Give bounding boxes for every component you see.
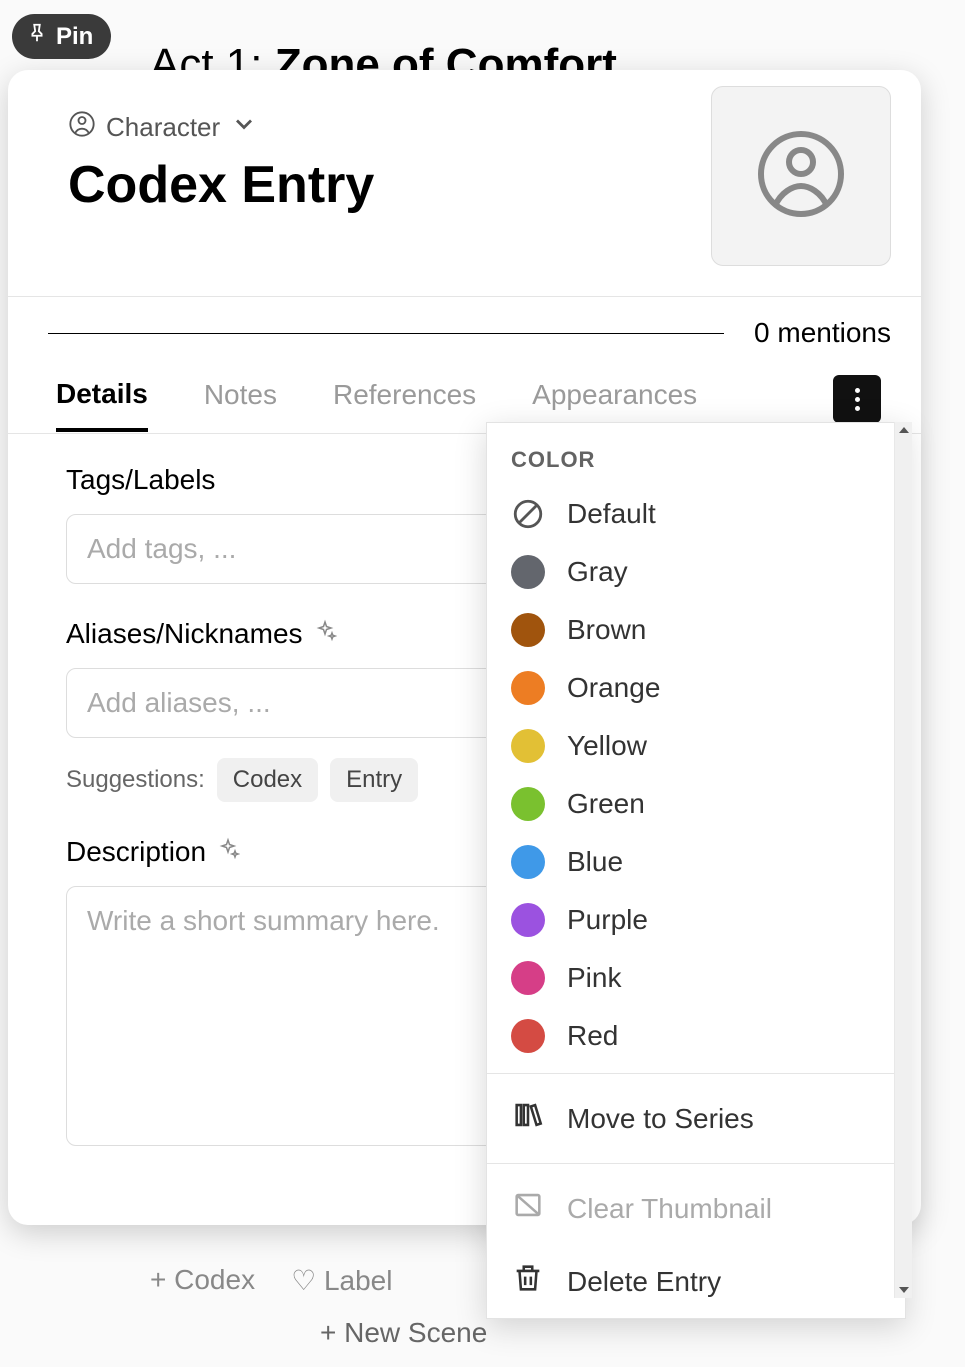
entry-type-label: Character	[106, 112, 220, 143]
color-swatch	[511, 729, 545, 763]
pin-icon	[26, 22, 48, 51]
color-option-default[interactable]: Default	[487, 485, 905, 543]
clear-thumbnail-action[interactable]: Clear Thumbnail	[487, 1172, 905, 1245]
entry-type-selector[interactable]: Character	[68, 110, 374, 145]
menu-divider	[487, 1073, 905, 1074]
trash-icon	[511, 1261, 545, 1302]
sparkle-icon	[216, 836, 240, 868]
color-option-blue[interactable]: Blue	[487, 833, 905, 891]
person-icon	[68, 110, 96, 145]
delete-entry-action[interactable]: Delete Entry	[487, 1245, 905, 1318]
color-option-brown[interactable]: Brown	[487, 601, 905, 659]
sparkle-icon	[313, 618, 337, 650]
menu-divider	[487, 1163, 905, 1164]
color-option-pink[interactable]: Pink	[487, 949, 905, 1007]
color-swatch	[511, 555, 545, 589]
tab-details[interactable]: Details	[56, 378, 148, 432]
entry-title[interactable]: Codex Entry	[68, 155, 374, 215]
none-icon	[511, 497, 545, 531]
dropdown-scrollbar[interactable]	[894, 422, 912, 1298]
suggestions-label: Suggestions:	[66, 766, 205, 794]
tab-references[interactable]: References	[333, 379, 476, 429]
color-option-orange[interactable]: Orange	[487, 659, 905, 717]
color-option-yellow[interactable]: Yellow	[487, 717, 905, 775]
mentions-count: 0 mentions	[754, 317, 891, 349]
color-swatch	[511, 787, 545, 821]
tab-notes[interactable]: Notes	[204, 379, 277, 429]
chevron-down-icon	[230, 110, 258, 145]
color-swatch	[511, 613, 545, 647]
color-swatch	[511, 671, 545, 705]
color-option-red[interactable]: Red	[487, 1007, 905, 1065]
color-option-green[interactable]: Green	[487, 775, 905, 833]
kebab-icon	[853, 386, 862, 413]
background-newscene[interactable]: + New Scene	[320, 1317, 487, 1349]
color-swatch	[511, 903, 545, 937]
move-to-series-action[interactable]: Move to Series	[487, 1082, 905, 1155]
suggestion-chip-codex[interactable]: Codex	[217, 758, 318, 802]
image-off-icon	[511, 1188, 545, 1229]
divider-line	[48, 333, 724, 334]
bg-label-chip[interactable]: ♡ Label	[291, 1264, 392, 1297]
bg-codex-chip[interactable]: + Codex	[150, 1264, 255, 1297]
avatar-icon	[753, 126, 849, 227]
color-swatch	[511, 1019, 545, 1053]
color-swatch	[511, 845, 545, 879]
suggestion-chip-entry[interactable]: Entry	[330, 758, 418, 802]
background-footer: + Codex ♡ Label	[150, 1264, 392, 1297]
color-section-label: COLOR	[487, 435, 905, 485]
books-icon	[511, 1098, 545, 1139]
thumbnail-placeholder[interactable]	[711, 86, 891, 266]
color-swatch	[511, 961, 545, 995]
color-option-gray[interactable]: Gray	[487, 543, 905, 601]
color-option-purple[interactable]: Purple	[487, 891, 905, 949]
more-menu-dropdown: COLOR Default Gray Brown Orange Yellow G…	[486, 422, 906, 1319]
more-menu-button[interactable]	[833, 375, 881, 423]
pin-button[interactable]: Pin	[12, 14, 111, 59]
